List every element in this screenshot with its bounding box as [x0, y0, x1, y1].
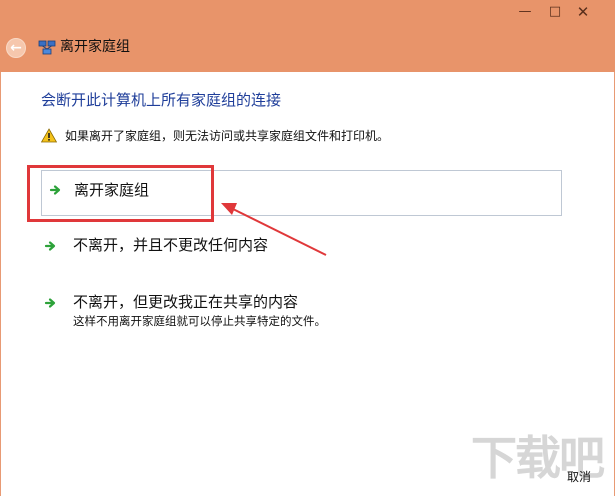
cancel-button[interactable]: 取消 — [549, 465, 609, 489]
back-button[interactable]: ← — [6, 38, 26, 58]
maximize-button[interactable]: □ — [545, 4, 565, 20]
close-button[interactable]: ✕ — [573, 4, 593, 20]
window-title: 离开家庭组 — [60, 39, 130, 55]
minimize-button[interactable]: — — [515, 4, 535, 20]
back-arrow-icon: ← — [10, 40, 22, 56]
title-bar: — □ ✕ ← 离开家庭组 — [0, 0, 615, 72]
homegroup-network-icon — [38, 40, 56, 55]
dialog-window: — □ ✕ ← 离开家庭组 会断开此计算机上所有家庭组的连接 如果离开了家庭组，… — [0, 0, 615, 496]
content-area: 会断开此计算机上所有家庭组的连接 如果离开了家庭组，则无法访问或共享家庭组文件和… — [0, 72, 615, 496]
